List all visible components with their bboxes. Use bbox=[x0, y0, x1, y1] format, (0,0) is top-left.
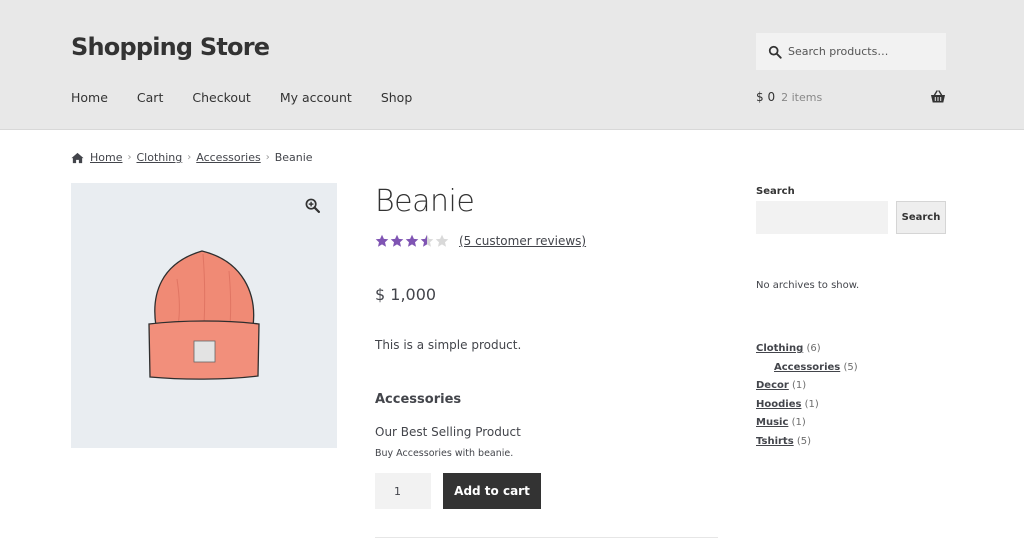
cart-amount: $ 0 bbox=[756, 90, 776, 104]
beanie-product-image bbox=[148, 250, 260, 380]
site-header: Shopping Store Home Cart Checkout My acc… bbox=[0, 0, 1024, 130]
category-link-clothing[interactable]: Clothing bbox=[756, 343, 803, 354]
add-to-cart-button[interactable]: Add to cart bbox=[443, 473, 541, 509]
basket-icon[interactable] bbox=[930, 90, 946, 104]
primary-nav: Home Cart Checkout My account Shop bbox=[71, 90, 441, 105]
product-title: Beanie bbox=[375, 184, 475, 219]
divider bbox=[375, 537, 718, 538]
star-icon bbox=[420, 234, 434, 247]
category-item: Tshirts (5) bbox=[756, 433, 858, 452]
customer-reviews-link[interactable]: (5 customer reviews) bbox=[459, 234, 586, 248]
star-icon bbox=[435, 234, 449, 247]
home-icon bbox=[71, 152, 84, 163]
breadcrumb-separator: › bbox=[127, 152, 132, 163]
site-title[interactable]: Shopping Store bbox=[71, 33, 270, 61]
product-search-box[interactable] bbox=[756, 33, 946, 70]
bundle-description: Buy Accessories with beanie. bbox=[375, 448, 514, 459]
search-widget-title: Search bbox=[756, 186, 795, 197]
breadcrumb-separator: › bbox=[187, 152, 192, 163]
breadcrumb: Home › Clothing › Accessories › Beanie bbox=[71, 151, 313, 164]
star-icon bbox=[405, 234, 419, 247]
category-link-accessories[interactable]: Accessories bbox=[774, 362, 840, 373]
breadcrumb-clothing[interactable]: Clothing bbox=[136, 151, 182, 164]
nav-home[interactable]: Home bbox=[71, 90, 108, 105]
search-icon bbox=[768, 45, 782, 59]
product-short-description: This is a simple product. bbox=[375, 338, 522, 352]
category-count: (1) bbox=[791, 417, 806, 429]
cart-count: 2 items bbox=[781, 90, 823, 104]
accessories-heading: Accessories bbox=[375, 392, 462, 407]
star-icon bbox=[390, 234, 404, 247]
category-item: Accessories (5) bbox=[756, 359, 858, 378]
breadcrumb-separator: › bbox=[265, 152, 270, 163]
quantity-input[interactable] bbox=[375, 473, 431, 509]
archives-empty-message: No archives to show. bbox=[756, 280, 860, 291]
nav-cart[interactable]: Cart bbox=[137, 90, 163, 105]
category-link-music[interactable]: Music bbox=[756, 417, 788, 428]
category-link-hoodies[interactable]: Hoodies bbox=[756, 399, 801, 410]
category-link-decor[interactable]: Decor bbox=[756, 380, 789, 391]
product-gallery[interactable] bbox=[71, 183, 337, 448]
nav-shop[interactable]: Shop bbox=[381, 90, 412, 105]
category-count: (5) bbox=[796, 435, 812, 447]
mini-cart[interactable]: $ 0 2 items bbox=[756, 90, 946, 104]
product-search-input[interactable] bbox=[788, 45, 938, 58]
zoom-in-icon[interactable] bbox=[305, 198, 320, 213]
product-price: $ 1,000 bbox=[375, 285, 437, 304]
product-categories: Clothing (6) Accessories (5) Decor (1) H… bbox=[756, 340, 858, 452]
category-item: Decor (1) bbox=[756, 377, 858, 396]
nav-checkout[interactable]: Checkout bbox=[192, 90, 250, 105]
category-count: (6) bbox=[806, 343, 821, 354]
star-rating bbox=[375, 234, 450, 248]
category-count: (1) bbox=[792, 380, 807, 392]
sidebar-search-button[interactable]: Search bbox=[896, 201, 946, 234]
breadcrumb-current: Beanie bbox=[274, 151, 313, 164]
category-link-tshirts[interactable]: Tshirts bbox=[756, 436, 794, 447]
category-item: Clothing (6) bbox=[756, 340, 858, 359]
category-count: (5) bbox=[843, 361, 858, 373]
star-icon bbox=[375, 234, 389, 247]
breadcrumb-home[interactable]: Home bbox=[90, 151, 122, 164]
nav-my-account[interactable]: My account bbox=[280, 90, 352, 105]
product-rating: (5 customer reviews) bbox=[375, 234, 586, 248]
category-item: Hoodies (1) bbox=[756, 396, 858, 415]
category-count: (1) bbox=[804, 398, 819, 410]
category-item: Music (1) bbox=[756, 414, 858, 433]
bundle-title: Our Best Selling Product bbox=[375, 425, 521, 439]
breadcrumb-accessories[interactable]: Accessories bbox=[196, 151, 260, 164]
sidebar-search-input[interactable] bbox=[756, 201, 888, 234]
